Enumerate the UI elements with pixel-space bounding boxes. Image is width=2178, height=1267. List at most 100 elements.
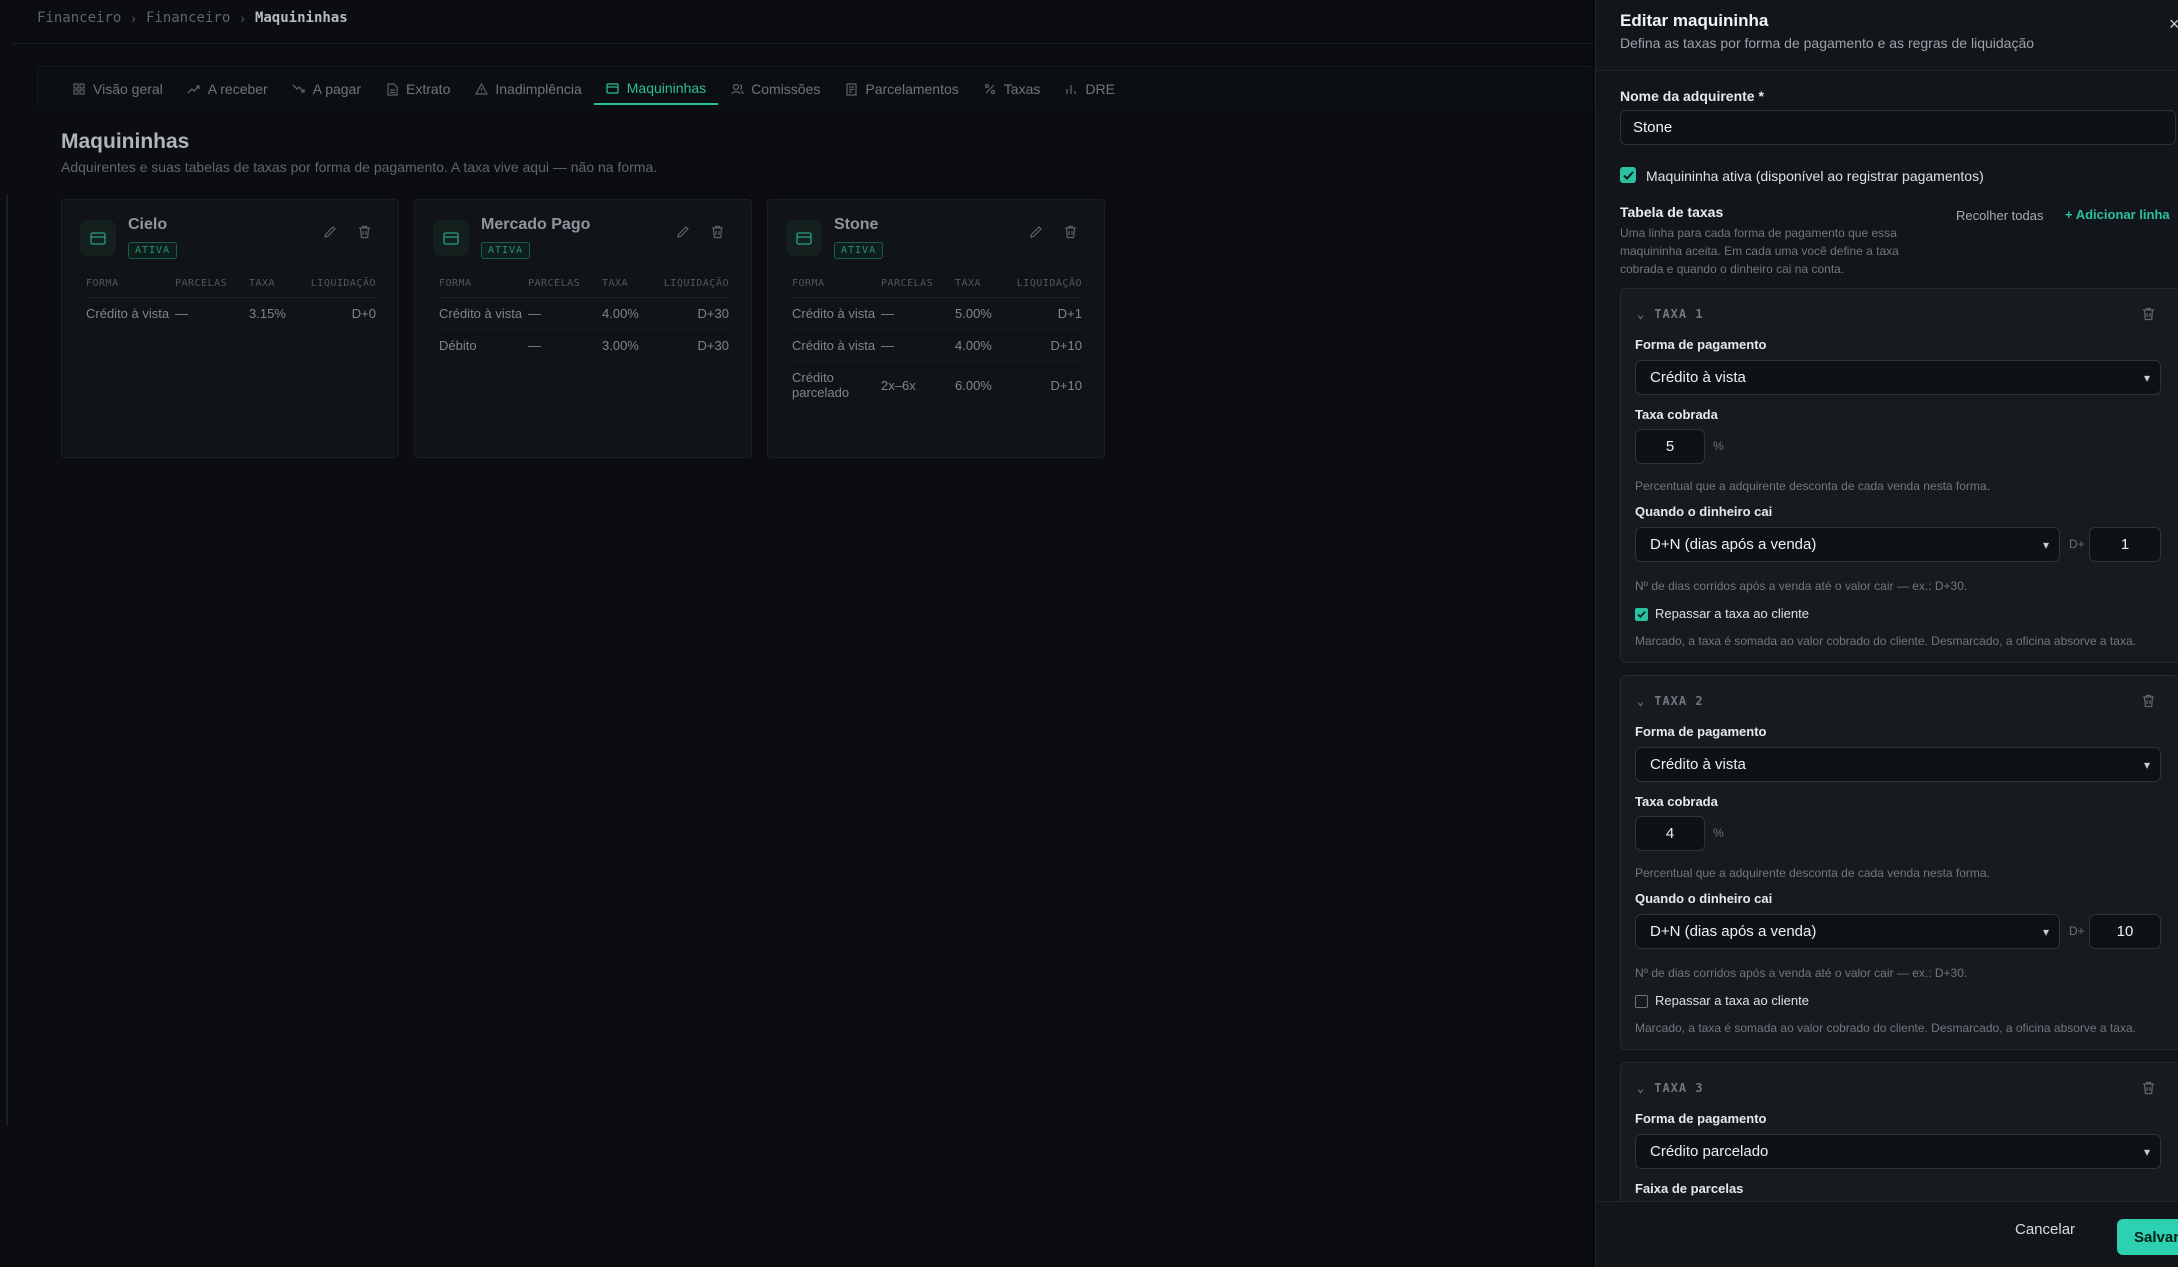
page-subtitle: Adquirentes e suas tabelas de taxas por …	[61, 159, 658, 175]
tab-inadimplencia[interactable]: Inadimplência	[462, 73, 593, 105]
tab-label: A receber	[207, 81, 268, 97]
active-checkbox[interactable]	[1620, 167, 1636, 183]
fee-input[interactable]: 5	[1635, 429, 1705, 464]
trend-up-icon	[187, 82, 201, 96]
tab-maquininhas[interactable]: Maquininhas	[593, 73, 719, 105]
status-badge: ATIVA	[128, 242, 178, 259]
acquirer-name-input[interactable]: Stone	[1620, 110, 2176, 145]
fee-row-header[interactable]: ⌄ TAXA 2	[1637, 694, 1704, 708]
tab-taxas[interactable]: Taxas	[971, 73, 1053, 105]
column-header: PARCELAS	[528, 278, 602, 298]
breadcrumb-item[interactable]: Financeiro	[146, 10, 230, 26]
breadcrumb-separator: ›	[240, 10, 245, 26]
tab-dre[interactable]: DRE	[1052, 73, 1127, 105]
column-header: LIQUIDAÇÃO	[657, 278, 729, 298]
cell-liquidacao: D+30	[697, 338, 729, 353]
fee-table-title: Tabela de taxas	[1620, 204, 1724, 220]
cell-parcelas: —	[175, 306, 188, 321]
cell-taxa: 4.00%	[955, 329, 1010, 362]
trash-icon[interactable]	[354, 222, 374, 242]
fee-row-header[interactable]: ⌄ TAXA 3	[1637, 1081, 1704, 1095]
payment-method-select[interactable]: Crédito parcelado ▾	[1635, 1134, 2161, 1169]
status-badge: ATIVA	[481, 242, 531, 259]
column-header: TAXA	[955, 278, 1010, 298]
column-header: PARCELAS	[881, 278, 955, 298]
days-input[interactable]: 1	[2089, 527, 2161, 562]
tab-a-pagar[interactable]: A pagar	[280, 73, 373, 105]
fees-table: FORMA PARCELAS TAXA LIQUIDAÇÃO Crédito à…	[792, 278, 1082, 408]
table-row: Débito — 3.00% D+30	[439, 330, 729, 362]
collapse-all-button[interactable]: Recolher todas	[1956, 208, 2043, 223]
settlement-select[interactable]: D+N (dias após a venda) ▾	[1635, 914, 2060, 949]
breadcrumb: Financeiro › Financeiro › Maquininhas	[37, 8, 348, 28]
tab-label: Inadimplência	[495, 81, 582, 97]
page-title: Maquininhas	[61, 130, 190, 153]
edit-icon[interactable]	[1026, 222, 1046, 242]
trend-down-icon	[292, 82, 306, 96]
cell-forma: Crédito à vista	[792, 329, 881, 362]
fee-row-header[interactable]: ⌄ TAXA 1	[1637, 307, 1704, 321]
payment-method-select[interactable]: Crédito à vista ▾	[1635, 747, 2161, 782]
pass-fee-hint: Marcado, a taxa é somada ao valor cobrad…	[1635, 1021, 2136, 1035]
users-icon	[730, 82, 744, 96]
table-row: Crédito à vista — 4.00% D+30	[439, 297, 729, 330]
fee-hint: Percentual que a adquirente desconta de …	[1635, 479, 1990, 493]
days-input[interactable]: 10	[2089, 914, 2161, 949]
column-header: PARCELAS	[175, 278, 249, 298]
breadcrumb-current: Maquininhas	[254, 10, 348, 26]
fee-row-2: ⌄ TAXA 2 Forma de pagamento Crédito à vi…	[1620, 675, 2178, 1050]
trash-icon[interactable]	[707, 222, 727, 242]
tab-visao-geral[interactable]: Visão geral	[60, 73, 175, 105]
cell-forma: Crédito à vista	[439, 297, 528, 330]
table-row: Crédito parcelado 2x–6x 6.00% D+10	[792, 362, 1082, 409]
drawer-footer: Cancelar Salvar	[1596, 1201, 2178, 1267]
trash-icon[interactable]	[1060, 222, 1080, 242]
breadcrumb-item[interactable]: Financeiro	[37, 10, 121, 26]
chevron-down-icon: ⌄	[1637, 1081, 1646, 1095]
dplus-prefix: D+	[2069, 924, 2085, 938]
payment-method-select[interactable]: Crédito à vista ▾	[1635, 360, 2161, 395]
status-badge: ATIVA	[834, 242, 884, 259]
chevron-down-icon: ⌄	[1637, 307, 1646, 321]
column-header: FORMA	[792, 278, 881, 298]
trash-icon[interactable]	[2142, 694, 2155, 713]
column-header: FORMA	[86, 278, 175, 298]
tab-label: Comissões	[751, 81, 821, 97]
card-icon	[80, 220, 116, 256]
add-row-button[interactable]: + Adicionar linha	[2065, 207, 2170, 222]
fees-table: FORMA PARCELAS TAXA LIQUIDAÇÃO Crédito à…	[86, 278, 376, 329]
cancel-button[interactable]: Cancelar	[2015, 1221, 2075, 1238]
pass-fee-checkbox[interactable]	[1635, 995, 1648, 1008]
trash-icon[interactable]	[2142, 1081, 2155, 1100]
tab-label: Parcelamentos	[865, 81, 959, 97]
fee-input[interactable]: 4	[1635, 816, 1705, 851]
tab-parcelamentos[interactable]: Parcelamentos	[832, 73, 970, 105]
cell-liquidacao: D+0	[351, 306, 376, 321]
warning-icon	[474, 82, 488, 96]
drawer-body[interactable]: Nome da adquirente * Stone Maquininha at…	[1596, 71, 2178, 1201]
percent-suffix: %	[1713, 439, 1724, 453]
select-value: Crédito parcelado	[1650, 1143, 1769, 1160]
tab-comissoes[interactable]: Comissões	[718, 73, 832, 105]
cell-taxa: 4.00%	[602, 297, 657, 330]
sidebar-edge	[6, 195, 8, 1125]
tab-a-receber[interactable]: A receber	[175, 73, 280, 105]
tab-bar: Visão geral A receber A pagar Extrato In…	[60, 73, 1127, 105]
chevron-down-icon: ▾	[2042, 925, 2049, 939]
cell-liquidacao: D+1	[1010, 297, 1082, 330]
settlement-select[interactable]: D+N (dias após a venda) ▾	[1635, 527, 2060, 562]
fee-table-description: Uma linha para cada forma de pagamento q…	[1620, 226, 1899, 276]
column-header: TAXA	[249, 278, 304, 298]
cell-forma: Débito	[439, 338, 477, 353]
edit-icon[interactable]	[320, 222, 340, 242]
page-background	[0, 0, 1595, 1267]
payment-method-label: Forma de pagamento	[1635, 337, 1767, 352]
pass-fee-checkbox[interactable]	[1635, 608, 1648, 621]
edit-icon[interactable]	[673, 222, 693, 242]
close-icon[interactable]: ×	[2169, 14, 2178, 35]
pass-fee-label: Repassar a taxa ao cliente	[1655, 993, 1809, 1008]
save-button[interactable]: Salvar	[2117, 1219, 2178, 1255]
pass-fee-hint: Marcado, a taxa é somada ao valor cobrad…	[1635, 634, 2136, 648]
tab-extrato[interactable]: Extrato	[373, 73, 462, 105]
trash-icon[interactable]	[2142, 307, 2155, 326]
